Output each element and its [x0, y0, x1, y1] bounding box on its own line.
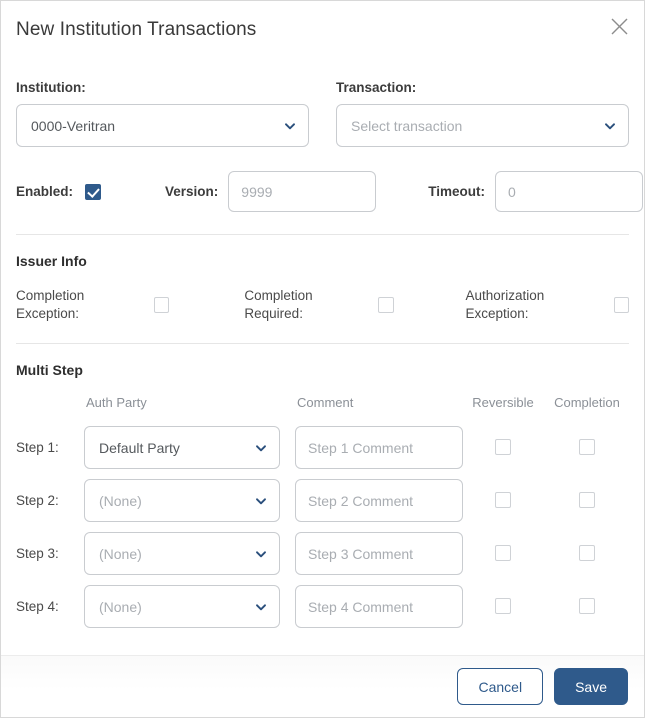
chevron-down-icon: [284, 120, 296, 132]
step-3-auth-party-select[interactable]: (None): [84, 532, 280, 575]
multi-step-title: Multi Step: [16, 362, 629, 378]
enabled-checkbox[interactable]: [85, 184, 101, 200]
version-label: Version:: [165, 183, 218, 201]
transaction-select-value: Select transaction: [351, 118, 462, 134]
chevron-down-icon: [255, 495, 267, 507]
enabled-label: Enabled:: [16, 183, 73, 201]
dialog-body: Institution: 0000-Veritran Transaction: …: [1, 59, 644, 655]
step-1-auth-party-select[interactable]: Default Party: [84, 426, 280, 469]
institution-label: Institution:: [16, 79, 309, 97]
multi-step-table: Auth Party Comment Reversible Completion…: [16, 390, 629, 628]
divider-multi-step: [16, 343, 629, 344]
step-3-reversible-checkbox[interactable]: [495, 545, 511, 561]
step-2-reversible-checkbox[interactable]: [495, 492, 511, 508]
institution-field: Institution: 0000-Veritran: [16, 79, 309, 147]
institution-select-value: 0000-Veritran: [31, 118, 115, 134]
institution-select[interactable]: 0000-Veritran: [16, 104, 309, 147]
step-4-auth-party-value: (None): [99, 599, 142, 615]
multi-step-row: Step 4: (None): [16, 585, 629, 628]
new-institution-transactions-dialog: New Institution Transactions Institution…: [0, 0, 645, 718]
completion-required-group: Completion Required:: [244, 287, 393, 323]
chevron-down-icon: [604, 120, 616, 132]
timeout-input[interactable]: [495, 171, 643, 212]
col-head-auth-party: Auth Party: [84, 395, 147, 410]
issuer-info-title: Issuer Info: [16, 253, 629, 269]
authorization-exception-label: Authorization Exception:: [466, 287, 605, 323]
step-4-auth-party-select[interactable]: (None): [84, 585, 280, 628]
cancel-button[interactable]: Cancel: [457, 668, 543, 705]
step-1-auth-party-value: Default Party: [99, 440, 180, 456]
transaction-field: Transaction: Select transaction: [336, 79, 629, 147]
step-3-auth-party-value: (None): [99, 546, 142, 562]
identity-row: Institution: 0000-Veritran Transaction: …: [16, 59, 629, 147]
completion-exception-group: Completion Exception:: [16, 287, 169, 323]
step-label: Step 1:: [16, 440, 59, 455]
authorization-exception-checkbox[interactable]: [614, 297, 629, 313]
completion-required-checkbox[interactable]: [378, 297, 393, 313]
completion-exception-checkbox[interactable]: [154, 297, 169, 313]
step-label: Step 4:: [16, 599, 59, 614]
step-2-auth-party-value: (None): [99, 493, 142, 509]
timeout-label: Timeout:: [428, 183, 485, 201]
multi-step-row: Step 2: (None): [16, 479, 629, 522]
dialog-header: New Institution Transactions: [1, 1, 644, 59]
multi-step-header-row: Auth Party Comment Reversible Completion: [16, 390, 629, 416]
save-button[interactable]: Save: [554, 668, 628, 705]
close-icon[interactable]: [606, 13, 632, 39]
chevron-down-icon: [255, 601, 267, 613]
completion-required-label: Completion Required:: [244, 287, 369, 323]
col-head-completion: Completion: [554, 395, 620, 410]
transaction-select[interactable]: Select transaction: [336, 104, 629, 147]
enabled-group: Enabled:: [16, 183, 101, 201]
step-label: Step 3:: [16, 546, 59, 561]
divider-issuer: [16, 234, 629, 235]
col-head-comment: Comment: [295, 395, 353, 410]
authorization-exception-group: Authorization Exception:: [466, 287, 629, 323]
step-1-comment-input[interactable]: [295, 426, 463, 469]
step-2-completion-checkbox[interactable]: [579, 492, 595, 508]
multi-step-row: Step 3: (None): [16, 532, 629, 575]
chevron-down-icon: [255, 548, 267, 560]
step-4-comment-input[interactable]: [295, 585, 463, 628]
step-3-completion-checkbox[interactable]: [579, 545, 595, 561]
version-input[interactable]: [228, 171, 376, 212]
version-group: Version:: [165, 171, 376, 212]
col-head-reversible: Reversible: [472, 395, 533, 410]
step-1-completion-checkbox[interactable]: [579, 439, 595, 455]
step-2-comment-input[interactable]: [295, 479, 463, 522]
step-4-completion-checkbox[interactable]: [579, 598, 595, 614]
step-2-auth-party-select[interactable]: (None): [84, 479, 280, 522]
transaction-label: Transaction:: [336, 79, 629, 97]
step-label: Step 2:: [16, 493, 59, 508]
step-1-reversible-checkbox[interactable]: [495, 439, 511, 455]
chevron-down-icon: [255, 442, 267, 454]
step-4-reversible-checkbox[interactable]: [495, 598, 511, 614]
issuer-info-row: Completion Exception: Completion Require…: [16, 287, 629, 323]
timeout-group: Timeout:: [428, 171, 643, 212]
completion-exception-label: Completion Exception:: [16, 287, 145, 323]
dialog-footer: Cancel Save: [1, 655, 644, 717]
settings-row: Enabled: Version: Timeout:: [16, 171, 629, 212]
multi-step-row: Step 1: Default Party: [16, 426, 629, 469]
dialog-title: New Institution Transactions: [16, 17, 628, 43]
step-3-comment-input[interactable]: [295, 532, 463, 575]
